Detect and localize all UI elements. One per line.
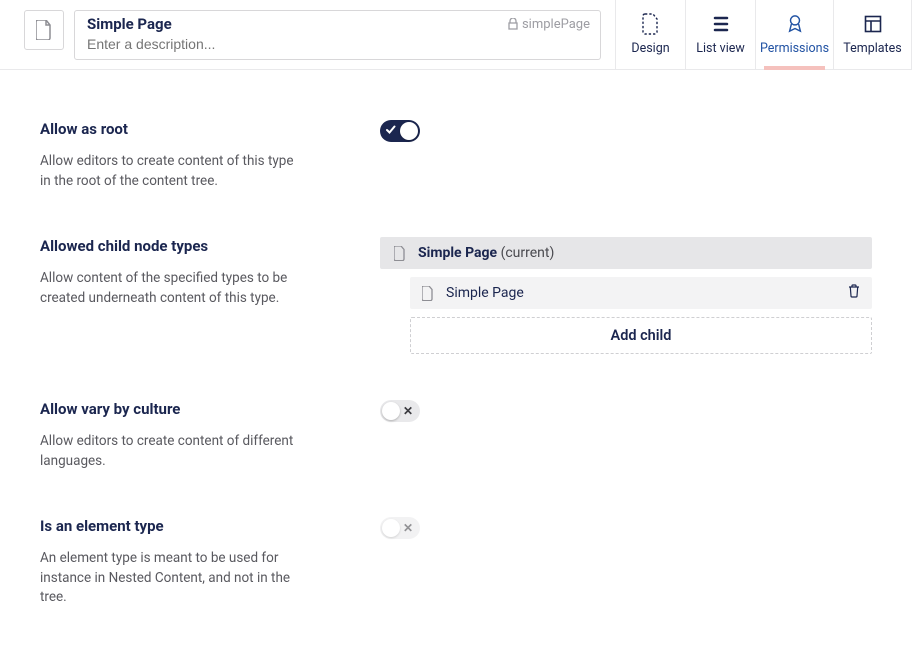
header-left: Simple Page simplePage xyxy=(0,0,615,69)
document-icon xyxy=(422,286,434,301)
layout-icon xyxy=(864,13,882,35)
allowed-child-row[interactable]: Simple Page xyxy=(410,277,872,309)
parent-suffix: (current) xyxy=(501,245,555,261)
allow-root-toggle[interactable] xyxy=(380,120,420,142)
parent-name: Simple Page xyxy=(418,245,497,261)
field-allow-root: Allow as root Allow editors to create co… xyxy=(40,102,872,219)
editor-header: Simple Page simplePage Design List vie xyxy=(0,0,912,70)
field-allowed-children: Allowed child node types Allow content o… xyxy=(40,219,872,382)
field-desc: Allow editors to create content of diffe… xyxy=(40,432,300,471)
add-child-button[interactable]: Add child xyxy=(410,317,872,354)
element-type-toggle: ✕ xyxy=(380,517,420,539)
header-name-box: Simple Page simplePage xyxy=(74,10,601,60)
field-desc: An element type is meant to be used for … xyxy=(40,549,300,608)
tab-label: List view xyxy=(696,41,745,56)
field-vary-culture: Allow vary by culture Allow editors to c… xyxy=(40,382,872,499)
vary-culture-toggle[interactable]: ✕ xyxy=(380,400,420,422)
child-name: Simple Page xyxy=(446,285,836,301)
editor-body: Allow as root Allow editors to create co… xyxy=(0,70,912,648)
doctype-alias[interactable]: simplePage xyxy=(508,17,590,32)
tab-label: Templates xyxy=(843,41,901,56)
lock-icon xyxy=(508,18,518,30)
allowed-children-list: Simple Page Add child xyxy=(380,277,872,354)
x-icon: ✕ xyxy=(403,521,413,535)
field-title: Is an element type xyxy=(40,517,340,535)
remove-child-button[interactable] xyxy=(848,284,860,302)
field-desc: Allow editors to create content of this … xyxy=(40,152,300,191)
editor-tabs: Design List view Permissions Templates xyxy=(615,0,912,69)
x-icon: ✕ xyxy=(403,404,413,418)
check-icon xyxy=(386,125,396,135)
tab-design[interactable]: Design xyxy=(616,0,686,69)
doctype-description-input[interactable] xyxy=(87,33,590,52)
tab-permissions[interactable]: Permissions xyxy=(756,0,834,69)
document-icon xyxy=(36,20,52,40)
permissions-panel: Allow as root Allow editors to create co… xyxy=(22,90,890,628)
field-title: Allow as root xyxy=(40,120,340,138)
field-title: Allowed child node types xyxy=(40,237,340,255)
rosette-icon xyxy=(786,13,804,35)
tab-listview[interactable]: List view xyxy=(686,0,756,69)
list-icon xyxy=(712,13,730,35)
doctype-icon-button[interactable] xyxy=(24,10,64,50)
tab-templates[interactable]: Templates xyxy=(834,0,912,69)
allowed-children-parent: Simple Page (current) xyxy=(380,237,872,269)
document-icon xyxy=(394,246,406,261)
tab-label: Permissions xyxy=(760,41,829,56)
field-element-type: Is an element type An element type is me… xyxy=(40,499,872,608)
field-title: Allow vary by culture xyxy=(40,400,340,418)
tab-label: Design xyxy=(631,41,669,56)
file-dashed-icon xyxy=(642,13,660,35)
doctype-name-input[interactable]: Simple Page xyxy=(87,15,172,33)
trash-icon xyxy=(848,284,860,298)
field-desc: Allow content of the specified types to … xyxy=(40,269,300,308)
